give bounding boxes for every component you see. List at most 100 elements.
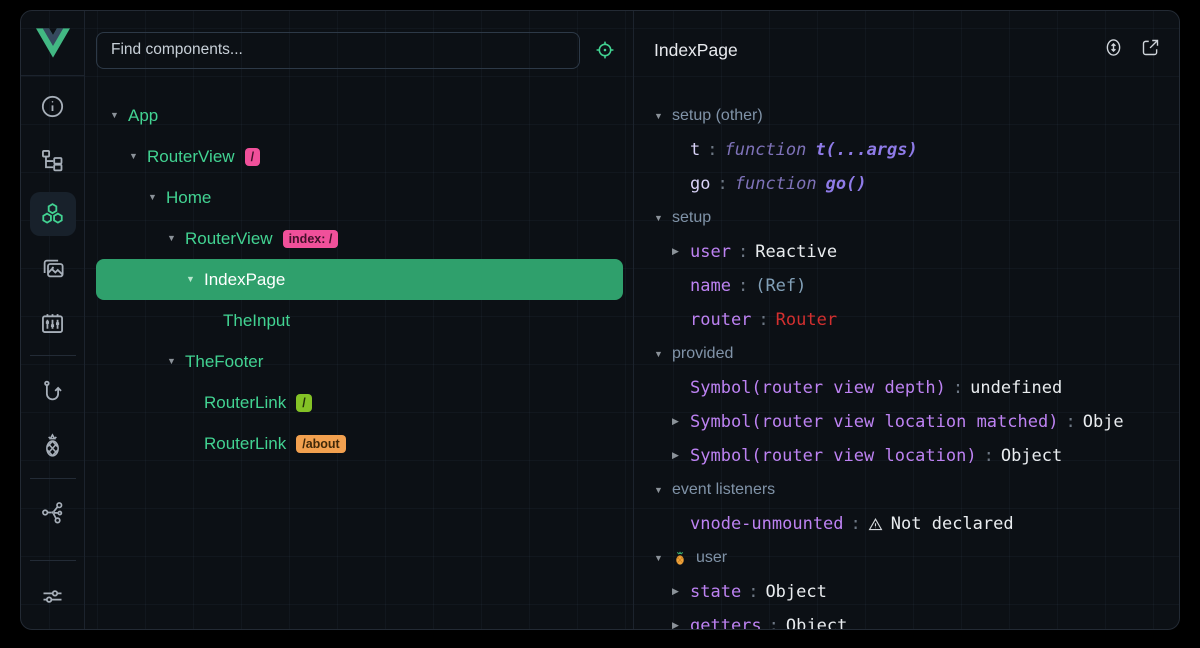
chevron-down-icon[interactable]: ▼: [167, 218, 185, 259]
selected-component-title: IndexPage: [654, 40, 738, 61]
state-header: IndexPage: [634, 11, 1180, 89]
sidebar-divider: [30, 560, 76, 561]
route-badge: /: [296, 394, 311, 412]
state-key: router: [690, 310, 751, 330]
section-label: setup (other): [672, 107, 763, 125]
scroll-sync-icon[interactable]: [1103, 37, 1124, 63]
state-row-name[interactable]: name : (Ref): [634, 269, 1180, 303]
section-label: event listeners: [672, 481, 775, 499]
state-value: Obje: [1083, 412, 1124, 432]
tree-item-routerlink-about[interactable]: RouterLink /about: [96, 423, 623, 464]
sidebar: [21, 11, 85, 629]
tree-item-routerview-index[interactable]: ▼ RouterView index: /: [96, 218, 623, 259]
chevron-down-icon[interactable]: ▼: [654, 213, 672, 223]
section-setup-other[interactable]: ▼ setup (other): [634, 99, 1180, 133]
component-name: IndexPage: [204, 259, 285, 300]
chevron-down-icon[interactable]: ▼: [654, 553, 672, 563]
state-row-go[interactable]: go : function go(): [634, 167, 1180, 201]
router-hook-icon[interactable]: [30, 364, 76, 418]
vue-logo[interactable]: [21, 11, 84, 76]
state-key: state: [690, 582, 741, 602]
state-row-t[interactable]: t : function t(...args): [634, 133, 1180, 167]
chevron-right-icon[interactable]: ▶: [672, 417, 690, 427]
chevron-right-icon[interactable]: ▶: [672, 247, 690, 257]
section-user-store[interactable]: ▼ user: [634, 541, 1180, 575]
function-signature: go(): [826, 174, 867, 194]
inspect-target-icon[interactable]: [594, 39, 616, 61]
section-label: user: [696, 549, 727, 567]
section-label: setup: [672, 209, 711, 227]
component-tree-panel: ▼ App ▼ RouterView / ▼ Home ▼ RouterView…: [86, 11, 633, 629]
route-badge: /: [245, 148, 260, 166]
state-value: Reactive: [755, 242, 837, 262]
state-row-getters[interactable]: ▶ getters : Object: [634, 609, 1180, 629]
state-row-symbol-depth[interactable]: Symbol(router view depth) : undefined: [634, 371, 1180, 405]
sidebar-divider: [30, 478, 76, 479]
chevron-down-icon[interactable]: ▼: [186, 259, 204, 300]
tree-item-thefooter[interactable]: ▼ TheFooter: [96, 341, 623, 382]
pinia-pineapple-icon[interactable]: [30, 418, 76, 472]
function-keyword: function: [725, 140, 807, 160]
state-value-ref: (Ref): [755, 276, 806, 296]
search-input[interactable]: [96, 32, 580, 69]
components-icon[interactable]: [30, 187, 76, 241]
state-row-router[interactable]: router : Router: [634, 303, 1180, 337]
component-tree: ▼ App ▼ RouterView / ▼ Home ▼ RouterView…: [86, 89, 633, 464]
state-key: t: [690, 140, 700, 160]
route-badge: index: /: [283, 230, 339, 248]
state-row-user[interactable]: ▶ user : Reactive: [634, 235, 1180, 269]
state-row-state[interactable]: ▶ state : Object: [634, 575, 1180, 609]
info-icon[interactable]: [30, 79, 76, 133]
chevron-right-icon[interactable]: ▶: [672, 451, 690, 461]
state-row-symbol-location[interactable]: ▶ Symbol(router view location) : Object: [634, 439, 1180, 473]
state-key: Symbol(router view location matched): [690, 412, 1058, 432]
state-row-vnode-unmounted[interactable]: vnode-unmounted : Not declared: [634, 507, 1180, 541]
chevron-right-icon[interactable]: ▶: [672, 587, 690, 597]
chevron-down-icon[interactable]: ▼: [167, 341, 185, 382]
assets-icon[interactable]: [30, 241, 76, 295]
chevron-down-icon[interactable]: ▼: [654, 111, 672, 121]
tree-item-home[interactable]: ▼ Home: [96, 177, 623, 218]
chevron-down-icon[interactable]: ▼: [129, 136, 147, 177]
warning-icon: [868, 517, 883, 532]
module-graph-icon[interactable]: [30, 485, 76, 539]
state-key: name: [690, 276, 731, 296]
component-name: TheFooter: [185, 341, 263, 382]
section-event-listeners[interactable]: ▼ event listeners: [634, 473, 1180, 507]
chevron-down-icon[interactable]: ▼: [110, 95, 128, 136]
tree-item-routerlink-home[interactable]: RouterLink /: [96, 382, 623, 423]
component-name: RouterView: [147, 136, 235, 177]
settings-sliders-icon[interactable]: [30, 569, 76, 623]
function-keyword: function: [735, 174, 817, 194]
state-key: go: [690, 174, 710, 194]
tree-item-theinput[interactable]: TheInput: [96, 300, 623, 341]
chevron-down-icon[interactable]: ▼: [654, 349, 672, 359]
tree-item-indexpage-selected[interactable]: ▼ IndexPage: [96, 259, 623, 300]
open-in-new-icon[interactable]: [1140, 37, 1161, 63]
state-sections: ▼ setup (other) t : function t(...args) …: [634, 89, 1180, 629]
component-name: TheInput: [223, 300, 290, 341]
state-row-symbol-matched[interactable]: ▶ Symbol(router view location matched) :…: [634, 405, 1180, 439]
section-setup[interactable]: ▼ setup: [634, 201, 1180, 235]
chevron-right-icon[interactable]: ▶: [672, 621, 690, 629]
mixer-panel-icon[interactable]: [30, 295, 76, 349]
state-key: getters: [690, 616, 762, 629]
component-name: RouterLink: [204, 423, 286, 464]
inspector-tree-icon[interactable]: [30, 133, 76, 187]
chevron-down-icon[interactable]: ▼: [654, 485, 672, 495]
section-label: provided: [672, 345, 733, 363]
component-name: App: [128, 95, 158, 136]
state-value: Not declared: [891, 514, 1014, 534]
tree-item-app[interactable]: ▼ App: [96, 95, 623, 136]
route-badge: /about: [296, 435, 346, 453]
section-provided[interactable]: ▼ provided: [634, 337, 1180, 371]
state-key: user: [690, 242, 731, 262]
tree-item-routerview[interactable]: ▼ RouterView /: [96, 136, 623, 177]
state-value: Object: [1001, 446, 1062, 466]
state-key: Symbol(router view depth): [690, 378, 946, 398]
chevron-down-icon[interactable]: ▼: [148, 177, 166, 218]
component-name: Home: [166, 177, 211, 218]
state-value: undefined: [970, 378, 1062, 398]
component-name: RouterView: [185, 218, 273, 259]
pineapple-emoji-icon: [672, 549, 688, 567]
